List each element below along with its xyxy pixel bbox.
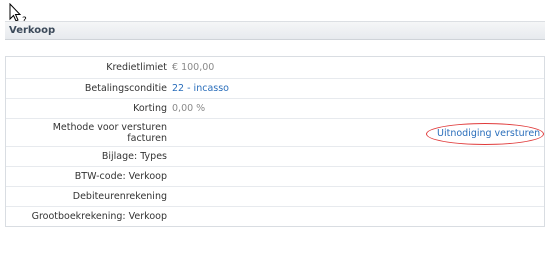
field-row-debtor-account: Debiteurenrekening [6,186,544,206]
vat-code-label: BTW-code: Verkoop [74,171,167,182]
field-row-discount: Korting 0,00 % [6,98,544,118]
attachment-types-label: Bijlage: Types [101,151,167,162]
discount-label: Korting [133,103,167,114]
debtor-account-label: Debiteurenrekening [72,191,167,202]
sales-settings-screen: ? Verkoop Kredietlimiet € 100,00 Betalin… [0,0,550,253]
field-row-invoice-method: Methode voor versturen facturen Uitnodig… [6,118,544,146]
section-header: Verkoop [5,21,545,40]
credit-limit-value: € 100,00 [172,62,215,73]
invoice-method-label-line1: Methode voor versturen [52,122,167,133]
credit-limit-label: Kredietlimiet [106,62,167,73]
field-row-gl-account: Grootboekrekening: Verkoop [6,206,544,226]
sales-fields-panel: Kredietlimiet € 100,00 Betalingsconditie… [5,56,545,227]
field-row-credit-limit: Kredietlimiet € 100,00 [6,57,544,78]
field-row-attachment-types: Bijlage: Types [6,146,544,166]
gl-account-label: Grootboekrekening: Verkoop [31,211,167,222]
payment-condition-label: Betalingsconditie [84,83,167,94]
payment-condition-link[interactable]: 22 - incasso [172,83,229,94]
send-invitation-link[interactable]: Uitnodiging versturen [437,128,540,139]
field-row-vat-code: BTW-code: Verkoop [6,166,544,186]
discount-value: 0,00 % [172,103,206,114]
section-title: Verkoop [9,25,56,36]
invoice-method-label-line2: facturen [127,133,167,144]
field-row-payment-condition: Betalingsconditie 22 - incasso [6,78,544,98]
